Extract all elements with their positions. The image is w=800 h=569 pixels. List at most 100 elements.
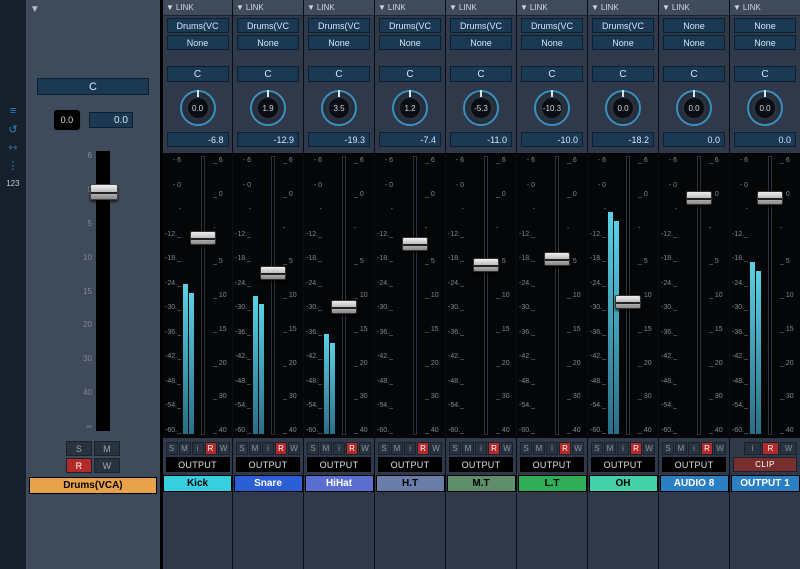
m-button[interactable]: M	[533, 442, 545, 455]
pan-control[interactable]: C	[237, 66, 299, 82]
master-channel-name[interactable]: Drums(VCA)	[29, 477, 157, 494]
link-group-1[interactable]: Drums(VC	[379, 18, 441, 33]
link-group-2[interactable]: None	[734, 35, 796, 50]
channel-name[interactable]: L.T	[518, 475, 587, 492]
fader-cap[interactable]	[544, 252, 570, 266]
link-row[interactable]: ▼LINK	[233, 0, 303, 16]
s-button[interactable]: S	[520, 442, 532, 455]
rail-num-icon[interactable]: 123	[5, 177, 21, 189]
output-label[interactable]: OUTPUT	[449, 457, 513, 472]
link-row[interactable]: ▼LINK	[375, 0, 445, 16]
r-button[interactable]: R	[346, 442, 358, 455]
gain-knob[interactable]: 1.9	[246, 86, 290, 130]
channel-fader[interactable]	[478, 153, 494, 438]
w-button[interactable]: W	[780, 442, 797, 455]
link-group-1[interactable]: Drums(VC	[167, 18, 229, 33]
s-button[interactable]: S	[166, 442, 178, 455]
channel-fader[interactable]	[549, 153, 565, 438]
gain-knob[interactable]: 0.0	[672, 86, 716, 130]
m-button[interactable]: M	[604, 442, 616, 455]
channel-fader[interactable]	[195, 153, 211, 438]
link-group-2[interactable]: None	[237, 35, 299, 50]
rail-undo-icon[interactable]: ↺	[5, 123, 21, 135]
s-button[interactable]: S	[236, 442, 248, 455]
dropdown-icon[interactable]: ▼	[166, 3, 174, 12]
gain-knob[interactable]: -5.3	[459, 86, 503, 130]
m-button[interactable]: M	[249, 442, 261, 455]
gain-value[interactable]: -11.0	[450, 132, 512, 147]
master-fader-track[interactable]	[96, 151, 110, 431]
output-label[interactable]: OUTPUT	[166, 457, 230, 472]
channel-name[interactable]: OH	[589, 475, 658, 492]
pan-control[interactable]: C	[521, 66, 583, 82]
w-button[interactable]: W	[359, 442, 371, 455]
pan-control[interactable]: C	[592, 66, 654, 82]
dropdown-icon[interactable]: ▼	[378, 3, 386, 12]
gain-value[interactable]: -6.8	[167, 132, 229, 147]
w-button[interactable]: W	[430, 442, 442, 455]
m-button[interactable]: M	[462, 442, 474, 455]
pan-control[interactable]: C	[167, 66, 229, 82]
m-button[interactable]: M	[179, 442, 191, 455]
link-group-2[interactable]: None	[592, 35, 654, 50]
channel-fader[interactable]	[762, 153, 778, 438]
fader-cap[interactable]	[686, 191, 712, 205]
r-button[interactable]: R	[488, 442, 500, 455]
dropdown-icon[interactable]: ▼	[662, 3, 670, 12]
output-label[interactable]: OUTPUT	[591, 457, 655, 472]
channel-name[interactable]: Kick	[163, 475, 232, 492]
rail-span-icon[interactable]: ⇿	[5, 141, 21, 153]
r-button[interactable]: R	[762, 442, 779, 455]
link-group-1[interactable]: None	[663, 18, 725, 33]
m-button[interactable]: M	[675, 442, 687, 455]
link-group-2[interactable]: None	[308, 35, 370, 50]
r-button[interactable]: R	[275, 442, 287, 455]
fader-cap[interactable]	[473, 258, 499, 272]
channel-fader[interactable]	[336, 153, 352, 438]
r-button[interactable]: R	[701, 442, 713, 455]
link-group-1[interactable]: None	[734, 18, 796, 33]
master-knob-value[interactable]: 0.0	[53, 109, 81, 131]
r-button[interactable]: R	[417, 442, 429, 455]
gain-value[interactable]: -19.3	[308, 132, 370, 147]
link-row[interactable]: ▼LINK	[446, 0, 516, 16]
w-button[interactable]: W	[572, 442, 584, 455]
fader-cap[interactable]	[402, 237, 428, 251]
i-button[interactable]: i	[404, 442, 416, 455]
output-label[interactable]: OUTPUT	[662, 457, 726, 472]
i-button[interactable]: i	[546, 442, 558, 455]
pan-control[interactable]: C	[734, 66, 796, 82]
gain-value[interactable]: -10.0	[521, 132, 583, 147]
read-button[interactable]: R	[66, 458, 92, 473]
gain-value[interactable]: -18.2	[592, 132, 654, 147]
output-label[interactable]: OUTPUT	[378, 457, 442, 472]
gain-value[interactable]: -7.4	[379, 132, 441, 147]
i-button[interactable]: i	[475, 442, 487, 455]
i-button[interactable]: i	[744, 442, 761, 455]
gain-knob[interactable]: 0.0	[743, 86, 787, 130]
master-pan[interactable]: C	[37, 78, 149, 95]
fader-cap[interactable]	[331, 300, 357, 314]
write-button[interactable]: W	[94, 458, 120, 473]
dropdown-icon[interactable]: ▼	[520, 3, 528, 12]
m-button[interactable]: M	[391, 442, 403, 455]
dropdown-icon[interactable]: ▼	[30, 4, 40, 15]
i-button[interactable]: i	[262, 442, 274, 455]
gain-knob[interactable]: 0.0	[176, 86, 220, 130]
s-button[interactable]: S	[378, 442, 390, 455]
fader-cap[interactable]	[615, 295, 641, 309]
pan-control[interactable]: C	[450, 66, 512, 82]
channel-name[interactable]: HiHat	[305, 475, 374, 492]
rail-bars-icon[interactable]: ≡	[5, 105, 21, 117]
w-button[interactable]: W	[714, 442, 726, 455]
channel-name[interactable]: H.T	[376, 475, 445, 492]
link-group-2[interactable]: None	[663, 35, 725, 50]
r-button[interactable]: R	[205, 442, 217, 455]
gain-knob[interactable]: -10.3	[530, 86, 574, 130]
link-row[interactable]: ▼LINK	[304, 0, 374, 16]
channel-fader[interactable]	[407, 153, 423, 438]
fader-cap[interactable]	[757, 191, 783, 205]
link-row[interactable]: ▼LINK	[730, 0, 800, 16]
channel-name[interactable]: AUDIO 8	[660, 475, 729, 492]
link-group-2[interactable]: None	[167, 35, 229, 50]
